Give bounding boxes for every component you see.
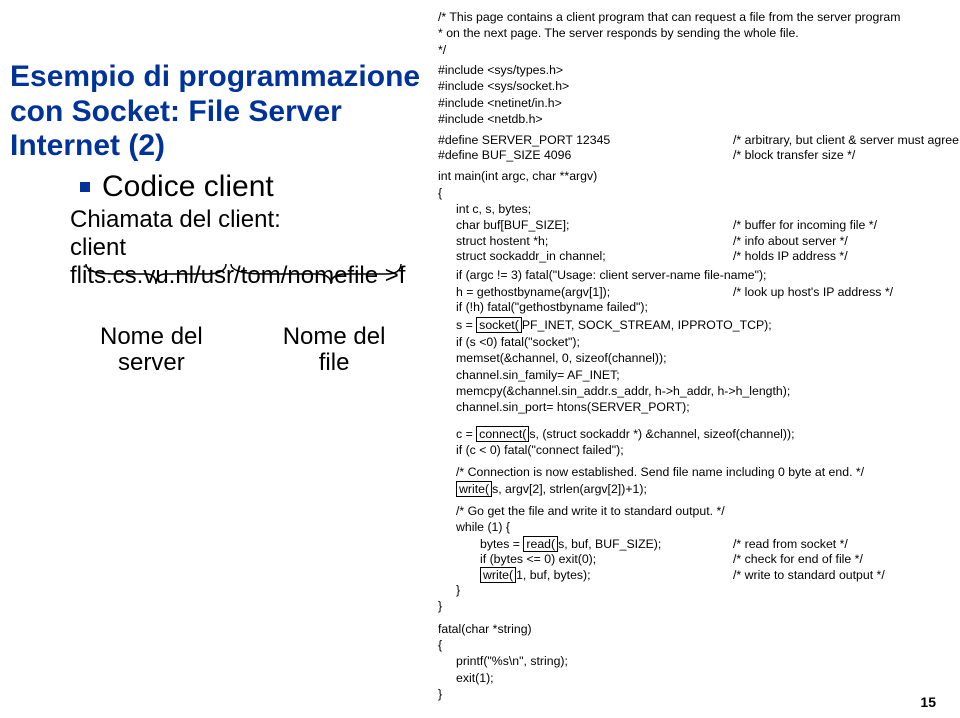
code-line: h = gethostbyname(argv[1]); /* look up h… — [438, 285, 960, 300]
highlight-box-write: write( — [480, 567, 516, 583]
bullet-text: Codice client — [102, 170, 274, 204]
code-line: write(s, argv[2], strlen(argv[2])+1); — [438, 482, 960, 497]
code-text: if (bytes <= 0) exit(0); — [480, 552, 733, 567]
code-text: #define SERVER_PORT 12345 — [438, 133, 733, 148]
code-line: #include <sys/types.h> — [438, 63, 960, 78]
code-line: int c, s, bytes; — [438, 202, 960, 217]
code-text: c = — [456, 427, 476, 441]
slide-title: Esempio di programmazione con Socket: Fi… — [10, 60, 430, 164]
code-line: #define BUF_SIZE 4096 /* block transfer … — [438, 148, 960, 163]
code-line: */ — [438, 43, 960, 58]
code-line: bytes = read(s, buf, BUF_SIZE); /* read … — [438, 537, 960, 552]
code-text: bytes = read(s, buf, BUF_SIZE); — [480, 537, 733, 552]
title-line: con Socket: File Server — [10, 95, 430, 130]
code-line: write(1, buf, bytes); /* write to standa… — [438, 568, 960, 583]
code-block: /* This page contains a client program t… — [438, 10, 960, 703]
label-line: Nome del — [283, 324, 386, 350]
code-line: printf("%s\n", string); — [438, 654, 960, 669]
code-line: int main(int argc, char **argv) — [438, 169, 960, 184]
code-line: if (argc != 3) fatal("Usage: client serv… — [438, 268, 960, 283]
code-line: } — [438, 687, 960, 702]
code-line: exit(1); — [438, 671, 960, 686]
code-comment: /* read from socket */ — [733, 537, 848, 552]
label-line: file — [283, 350, 386, 376]
label-file: Nome del file — [283, 324, 386, 377]
code-text: s = — [456, 318, 476, 332]
title-line: Internet (2) — [10, 129, 430, 164]
code-comment: /* arbitrary, but client & server must a… — [733, 133, 960, 148]
code-line: struct sockaddr_in channel; /* holds IP … — [438, 249, 960, 264]
code-text: struct hostent *h; — [456, 234, 733, 249]
code-line: memset(&channel, 0, sizeof(channel)); — [438, 351, 960, 366]
label-server: Nome del server — [100, 324, 203, 377]
code-comment: /* holds IP address */ — [733, 249, 848, 264]
code-comment: /* block transfer size */ — [733, 148, 855, 163]
title-line: Esempio di programmazione — [10, 60, 430, 95]
highlight-box-connect: connect( — [476, 426, 529, 442]
square-bullet-icon — [80, 182, 90, 192]
code-line: } — [438, 599, 960, 614]
label-line: Nome del — [100, 324, 203, 350]
subtext-command: client flits.cs.vu.nl/usr/tom/nomefile >… — [10, 234, 430, 290]
code-line: struct hostent *h; /* info about server … — [438, 234, 960, 249]
code-text: h = gethostbyname(argv[1]); — [456, 285, 733, 300]
code-line: #include <sys/socket.h> — [438, 79, 960, 94]
code-line: while (1) { — [438, 520, 960, 535]
code-text: PF_INET, SOCK_STREAM, IPPROTO_TCP); — [522, 318, 772, 332]
code-line: char buf[BUF_SIZE]; /* buffer for incomi… — [438, 218, 960, 233]
command-text: client flits.cs.vu.nl/usr/tom/nomefile >… — [70, 234, 405, 289]
code-line: if (s <0) fatal("socket"); — [438, 335, 960, 350]
code-line: if (bytes <= 0) exit(0); /* check for en… — [438, 552, 960, 567]
code-text: char buf[BUF_SIZE]; — [456, 218, 733, 233]
code-line: c = connect(s, (struct sockaddr *) &chan… — [438, 427, 960, 442]
bullet-item: Codice client — [10, 170, 430, 204]
code-comment: /* buffer for incoming file */ — [733, 218, 877, 233]
highlight-box-read: read( — [523, 536, 558, 552]
code-line: * on the next page. The server responds … — [438, 26, 960, 41]
highlight-box-socket: socket( — [476, 317, 522, 333]
code-line: /* This page contains a client program t… — [438, 10, 960, 25]
code-line: } — [438, 583, 960, 598]
code-text: s, argv[2], strlen(argv[2])+1); — [492, 482, 647, 496]
code-line: channel.sin_family= AF_INET; — [438, 368, 960, 383]
code-text: struct sockaddr_in channel; — [456, 249, 733, 264]
code-comment: /* Go get the file and write it to stand… — [438, 504, 960, 519]
code-line: { — [438, 638, 960, 653]
code-text: write(1, buf, bytes); — [480, 568, 733, 583]
code-line: fatal(char *string) — [438, 622, 960, 637]
subtext-call: Chiamata del client: — [10, 206, 430, 234]
code-line: { — [438, 186, 960, 201]
code-text: bytes = — [480, 537, 523, 551]
code-text: s, (struct sockaddr *) &channel, sizeof(… — [529, 427, 794, 441]
code-line: if (!h) fatal("gethostbyname failed"); — [438, 300, 960, 315]
code-comment: /* look up host's IP address */ — [733, 285, 893, 300]
code-comment: /* check for end of file */ — [733, 552, 863, 567]
code-text: #define BUF_SIZE 4096 — [438, 148, 733, 163]
left-column: Esempio di programmazione con Socket: Fi… — [10, 10, 430, 376]
label-line: server — [100, 350, 203, 376]
highlight-box-write: write( — [456, 481, 492, 497]
code-line: #define SERVER_PORT 12345 /* arbitrary, … — [438, 133, 960, 148]
code-line: s = socket(PF_INET, SOCK_STREAM, IPPROTO… — [438, 318, 960, 333]
code-line: if (c < 0) fatal("connect failed"); — [438, 443, 960, 458]
labels-row: Nome del server Nome del file — [10, 324, 430, 377]
code-line: #include <netinet/in.h> — [438, 96, 960, 111]
code-text: 1, buf, bytes); — [516, 568, 591, 582]
code-line: channel.sin_port= htons(SERVER_PORT); — [438, 400, 960, 415]
code-line: memcpy(&channel.sin_addr.s_addr, h->h_ad… — [438, 384, 960, 399]
code-comment: /* write to standard output */ — [733, 568, 885, 583]
page-root: Esempio di programmazione con Socket: Fi… — [10, 10, 940, 703]
page-number: 15 — [920, 694, 936, 710]
code-comment: /* Connection is now established. Send f… — [438, 465, 960, 480]
code-line: #include <netdb.h> — [438, 112, 960, 127]
code-comment: /* info about server */ — [733, 234, 848, 249]
code-text: s, buf, BUF_SIZE); — [558, 537, 661, 551]
